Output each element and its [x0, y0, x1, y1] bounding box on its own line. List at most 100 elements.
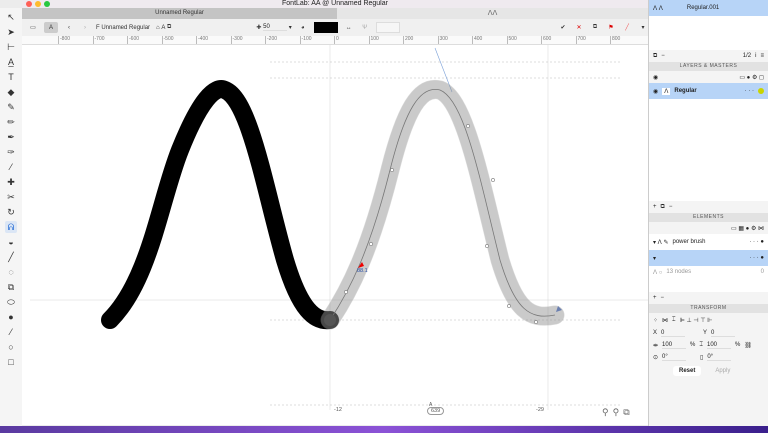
- blend-icon[interactable]: ●: [5, 311, 17, 323]
- brush-icon[interactable]: ✎: [5, 101, 17, 113]
- check-icon[interactable]: ✔: [558, 22, 568, 33]
- menu-icon[interactable]: ≡: [760, 53, 764, 59]
- add-element-icon[interactable]: +: [653, 295, 657, 301]
- fill-icon[interactable]: ◒: [5, 236, 17, 248]
- sidebar-toggle-icon[interactable]: ▭: [28, 22, 38, 33]
- contour-row[interactable]: ᐱ ○ 13 nodes 0: [649, 266, 768, 278]
- layers-toolbar: ⧉ − 1/2 i ≡: [649, 50, 768, 62]
- zoom-controls[interactable]: ⚲⚲⧉: [602, 407, 634, 418]
- zoom-in-icon[interactable]: ⚲: [613, 407, 624, 417]
- eyedropper-icon[interactable]: ⁄: [5, 161, 17, 173]
- zoom-button[interactable]: [44, 1, 50, 7]
- layers-columns: ◉ ▭ ● ⚙ ◻: [649, 71, 768, 83]
- scissors-icon[interactable]: ✂: [5, 191, 17, 203]
- knife-icon[interactable]: ✚: [5, 176, 17, 188]
- glyph-canvas[interactable]: 88.1 -12 A 639 -29 ⚲⚲⧉: [22, 45, 648, 425]
- align-icons[interactable]: ⊫ ⊥ ⊣ ⊤ ⊩: [680, 317, 713, 324]
- flip-icon[interactable]: ↔: [344, 22, 354, 33]
- glyph-tab-icon[interactable]: ᐱᐱ: [337, 8, 648, 19]
- ruler-tick: -500: [161, 36, 174, 44]
- ruler-tick: 600: [541, 36, 552, 44]
- layer-row[interactable]: ◉ ᐱ Regular · · ·: [649, 83, 768, 99]
- element-subrow[interactable]: ▾ · · · ●: [649, 250, 768, 266]
- ruler-icon[interactable]: ╱: [5, 251, 17, 263]
- flip-h-icon[interactable]: ⋈: [662, 317, 668, 324]
- right-sidebearing[interactable]: -29: [536, 407, 544, 413]
- glyph-mode-button[interactable]: A: [44, 22, 58, 33]
- remove-layer-icon[interactable]: −: [661, 53, 665, 59]
- rotate-icon[interactable]: ↻: [5, 206, 17, 218]
- color-icon[interactable]: ◕: [298, 22, 308, 33]
- rapid-icon[interactable]: ✑: [5, 146, 17, 158]
- value-field[interactable]: [375, 22, 400, 33]
- duplicate-layer-icon[interactable]: ⧉: [653, 53, 657, 60]
- metrics-icon[interactable]: ⊢: [5, 41, 17, 53]
- zoom-out-icon[interactable]: ⚲: [602, 407, 613, 417]
- pointer-icon[interactable]: ➤: [5, 26, 17, 38]
- zoom-field[interactable]: ✚ 50 ▾: [256, 22, 292, 33]
- text-icon[interactable]: T: [5, 71, 17, 83]
- rotate-field[interactable]: 0°: [662, 354, 687, 361]
- glyph-drawing: 88.1: [30, 45, 648, 410]
- nodes-label: 13 nodes: [666, 269, 692, 275]
- scale-x-field[interactable]: 100: [662, 342, 687, 349]
- close-button[interactable]: [26, 1, 32, 7]
- left-sidebearing[interactable]: -12: [334, 407, 342, 413]
- flag-icon[interactable]: ⚑: [606, 22, 616, 33]
- minimize-button[interactable]: [35, 1, 41, 7]
- slant-icon: ▯: [700, 354, 704, 361]
- ruler-tick: 100: [368, 36, 379, 44]
- shape-icon[interactable]: ⬭: [5, 296, 17, 308]
- transform-icon[interactable]: ⧉: [5, 281, 17, 293]
- slant-field[interactable]: 0°: [707, 354, 732, 361]
- power-brush-icon[interactable]: ᕱ: [5, 221, 17, 233]
- contour-select-icon[interactable]: ↖: [5, 11, 17, 23]
- color-swatch[interactable]: [313, 22, 338, 33]
- apply-button[interactable]: Apply: [715, 368, 730, 374]
- hand-icon[interactable]: ⁄: [5, 326, 17, 338]
- back-icon[interactable]: ‹: [64, 22, 74, 33]
- eraser-icon[interactable]: ◆: [5, 86, 17, 98]
- pen-icon[interactable]: ✒: [5, 131, 17, 143]
- add-icon[interactable]: +: [653, 204, 657, 210]
- delete-icon[interactable]: ✕: [574, 22, 584, 33]
- origin-grid-icon[interactable]: ⁘: [653, 317, 658, 324]
- zoom-fit-icon[interactable]: ⧉: [623, 407, 633, 417]
- element-row[interactable]: ▾ ᐱ ✎ power brush · · · ●: [649, 234, 768, 250]
- ellipse-icon[interactable]: ○: [5, 341, 17, 353]
- copy-icon[interactable]: ⧉: [590, 22, 600, 33]
- right-panel: ᐱ ᐱ Regular.001 ⧉ −1/2 i ≡ LAYERS & MASTERS …: [648, 0, 768, 428]
- remove-icon[interactable]: −: [669, 204, 673, 210]
- scale-y-field[interactable]: 100: [706, 342, 731, 349]
- forward-icon[interactable]: ›: [80, 22, 90, 33]
- eye-icon[interactable]: ◉: [653, 74, 658, 81]
- ruler-tick: 200: [403, 36, 414, 44]
- font-name[interactable]: F Unnamed Regular: [96, 22, 150, 33]
- layers-header: LAYERS & MASTERS: [649, 62, 768, 71]
- glyph-tab-label: Regular.001: [686, 5, 720, 11]
- lasso-icon[interactable]: ◌: [5, 266, 17, 278]
- reset-button[interactable]: Reset: [673, 366, 702, 376]
- glyph-label-text: A: [161, 24, 166, 31]
- transform-header: TRANSFORM: [649, 304, 768, 313]
- remove-element-icon[interactable]: −: [661, 295, 665, 301]
- title-bar: FontLab: AA @ Unnamed Regular: [22, 0, 648, 8]
- visibility-icon[interactable]: ◉: [653, 88, 658, 95]
- kerning-icon[interactable]: A̲: [5, 56, 17, 68]
- elements-footer: + −: [649, 292, 768, 304]
- pencil-icon[interactable]: ✏: [5, 116, 17, 128]
- advance-width[interactable]: 639: [427, 407, 445, 415]
- y-field[interactable]: 0: [711, 330, 736, 337]
- x-field[interactable]: 0: [661, 330, 686, 337]
- link-icon[interactable]: ⛓: [744, 342, 752, 349]
- document-tab[interactable]: Unnamed Regular: [22, 8, 337, 19]
- glyph-list-item[interactable]: ᐱ ᐱ Regular.001: [649, 0, 768, 16]
- rectangle-icon[interactable]: □: [5, 356, 17, 368]
- info-icon[interactable]: i: [755, 53, 756, 59]
- no-color-icon[interactable]: ╱: [622, 22, 632, 33]
- ruler-tick: -300: [230, 36, 243, 44]
- layer-color[interactable]: [758, 88, 764, 94]
- dropdown-icon[interactable]: ▾: [638, 22, 648, 33]
- flip-v-icon[interactable]: ⌶: [672, 317, 676, 324]
- duplicate-icon[interactable]: ⧉: [661, 204, 665, 211]
